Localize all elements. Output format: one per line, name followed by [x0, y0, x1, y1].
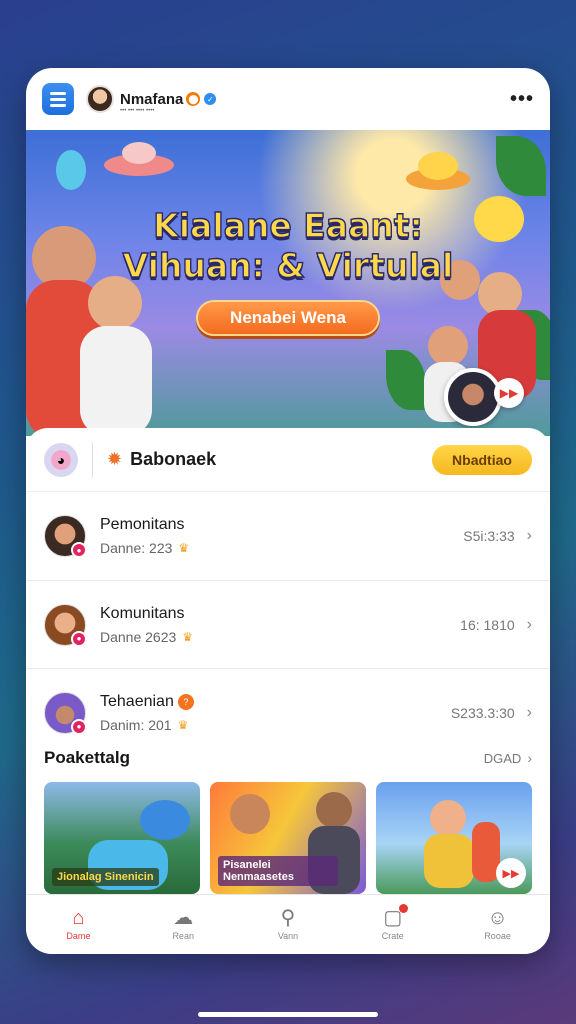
character-illustration — [430, 800, 466, 836]
list-item-title: Pemonitans — [100, 516, 185, 533]
hero-banner[interactable]: Kialane Eaant: Vihuan: & Virtulal Nenabe… — [26, 130, 550, 436]
search-icon: ⚲ — [280, 907, 296, 929]
ufo-illustration — [122, 142, 156, 164]
list-item[interactable]: ● Komunitans Danne 2623 ♛ 16: 1810 › — [26, 580, 550, 668]
menu-button[interactable] — [42, 83, 74, 115]
character-illustration — [316, 792, 352, 828]
character-illustration — [80, 326, 152, 436]
bottom-nav: ⌂ Dame ☁ Rean ⚲ Vann ▢ Crate ☺ Rooae — [26, 894, 550, 954]
list-item[interactable]: ● Tehaenian? Danim: 201 ♛ S233.3:30 › — [26, 668, 550, 756]
section-header: Poakettalg DGAD › — [44, 748, 532, 768]
card-label: Pisanelei Nenmaasetes — [218, 855, 338, 886]
bonus-button[interactable]: Nbadtiao — [432, 444, 532, 475]
star-burst-icon: ✹ — [107, 449, 123, 469]
banner-title: Kialane Eaant: — [152, 205, 423, 245]
nav-label: Rean — [172, 931, 194, 941]
list-item-subtitle: Danne 2623 — [100, 628, 177, 645]
top-bar: Nmafana ⬤ ✓ ••• — [26, 68, 550, 130]
banner-subtitle: Vihuan: & Virtulal — [122, 245, 454, 285]
chevron-right-icon[interactable]: › — [527, 750, 532, 766]
list-item-subtitle: Danim: 201 — [100, 716, 172, 733]
menu-icon-line — [50, 103, 66, 107]
character-illustration — [140, 800, 190, 840]
coin-badge-icon: ⬤ — [186, 92, 201, 106]
live-avatar[interactable] — [444, 368, 502, 426]
nav-label: Rooae — [484, 931, 511, 941]
content-card[interactable]: Pisanelei Nenmaasetes — [210, 782, 366, 894]
list-item-title: Tehaenian — [100, 692, 174, 710]
list-item-value: 16: 1810 — [460, 616, 515, 633]
pet-icon[interactable]: ◕ — [44, 442, 78, 477]
notification-dot-icon — [399, 904, 409, 913]
nav-chat[interactable]: ▢ Crate — [340, 895, 445, 954]
list-item[interactable]: ● Pemonitans Danne: 223 ♛ S5i:3:33 › — [26, 492, 550, 580]
app-window: Nmafana ⬤ ✓ ••• ••• ••• •••• •••• Kialan… — [26, 68, 550, 954]
more-options-button[interactable]: ••• — [510, 88, 534, 111]
crown-icon: ♛ — [178, 541, 190, 555]
nav-search[interactable]: ⚲ Vann — [236, 895, 341, 954]
discover-icon: ☁ — [173, 907, 194, 929]
leaf-illustration — [386, 350, 426, 410]
banner-cta-button[interactable]: Nenabei Wena — [196, 300, 380, 336]
content-card[interactable]: ▶▶ — [376, 782, 532, 894]
list-item-subtitle: Danne: 223 — [100, 540, 173, 556]
chevron-right-icon: › — [526, 527, 532, 544]
verified-icon: ✓ — [204, 93, 217, 105]
bonus-row: ◕ ✹ Babonaek Nbadtiao — [26, 428, 550, 492]
see-all-link[interactable]: DGAD — [484, 751, 522, 766]
home-indicator[interactable] — [198, 1012, 378, 1017]
card-label: Jionalag Sinenicin — [52, 867, 159, 886]
leaf-illustration — [496, 136, 546, 196]
nav-discover[interactable]: ☁ Rean — [131, 895, 236, 954]
community-list: ● Pemonitans Danne: 223 ♛ S5i:3:33 › ● Ko… — [26, 492, 550, 756]
menu-icon-line — [50, 91, 66, 95]
badge-icon: ? — [177, 693, 194, 710]
avatar: ● — [44, 603, 87, 647]
menu-icon-line — [50, 97, 66, 101]
bonus-label: Babonaek — [130, 449, 217, 469]
list-item-value: S5i:3:33 — [463, 528, 515, 544]
notification-dot-icon: ● — [71, 542, 87, 558]
content-panel: ◕ ✹ Babonaek Nbadtiao ● Pemonitans Danne… — [26, 428, 550, 894]
username[interactable]: Nmafana — [120, 91, 183, 108]
play-icon[interactable]: ▶▶ — [496, 858, 526, 888]
character-illustration — [230, 794, 270, 834]
ufo-illustration — [418, 152, 458, 180]
notification-dot-icon: ● — [71, 718, 87, 735]
nav-label: Vann — [277, 931, 299, 941]
list-item-value: S233.3:30 — [450, 704, 515, 721]
home-icon: ⌂ — [72, 907, 85, 929]
crown-icon: ♛ — [177, 717, 189, 732]
nav-home[interactable]: ⌂ Dame — [26, 895, 131, 954]
character-illustration — [428, 326, 468, 366]
section-title: Poakettalg — [44, 748, 130, 767]
avatar: ● — [44, 691, 87, 735]
character-illustration — [424, 834, 474, 888]
play-icon[interactable]: ▶▶ — [494, 378, 524, 408]
avatar: ● — [44, 515, 87, 558]
profile-icon: ☺ — [487, 907, 508, 929]
chevron-right-icon: › — [526, 615, 532, 633]
crown-icon: ♛ — [182, 629, 194, 644]
nav-label: Crate — [381, 931, 404, 941]
content-card[interactable]: Jionalag Sinenicin — [44, 782, 200, 894]
user-avatar[interactable] — [86, 85, 114, 113]
nav-label: Dame — [66, 931, 91, 941]
chat-icon: ▢ — [383, 904, 409, 928]
notification-dot-icon: ● — [71, 630, 87, 647]
divider — [92, 442, 93, 477]
mascot-illustration — [56, 150, 86, 190]
list-item-title: Komunitans — [100, 604, 185, 622]
card-carousel: Jionalag Sinenicin Pisanelei Nenmaasetes… — [44, 782, 532, 894]
chevron-right-icon: › — [526, 703, 532, 721]
nav-profile[interactable]: ☺ Rooae — [445, 895, 550, 954]
user-subtitle: ••• ••• •••• •••• — [120, 108, 155, 114]
